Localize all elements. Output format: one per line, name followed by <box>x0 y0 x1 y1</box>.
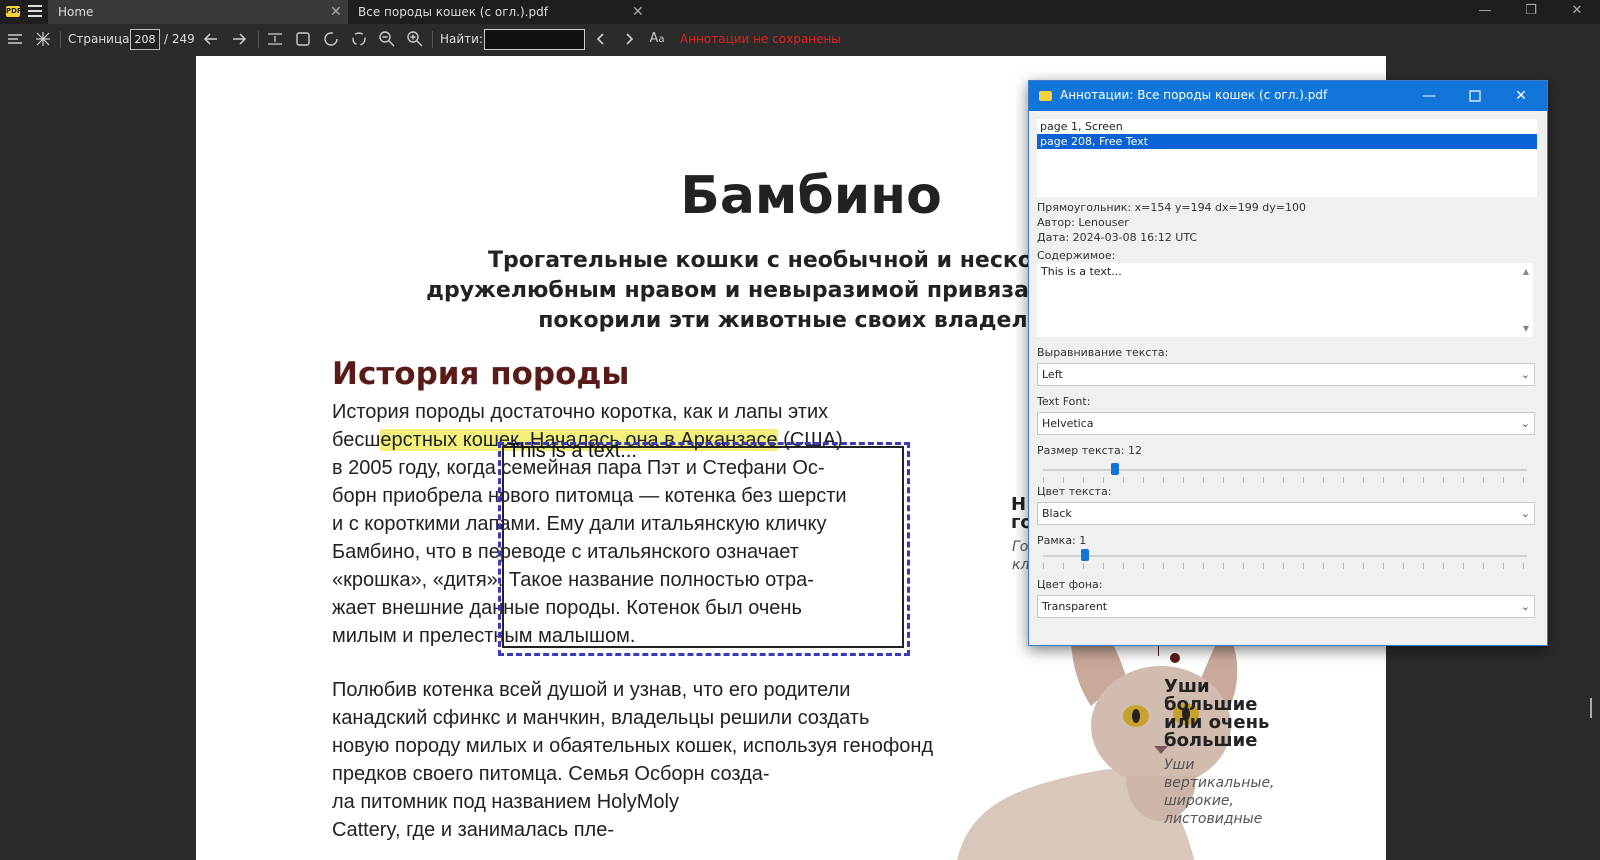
prev-arrow-icon[interactable] <box>202 30 220 48</box>
side-caption-line: Го <box>1012 539 1029 555</box>
toolbar-divider <box>432 31 433 48</box>
paragraph-line: предков своего питомца. Семья Осборн соз… <box>332 763 770 785</box>
content-text: This is a text... <box>1041 265 1122 278</box>
text-size-slider-ticks <box>1043 477 1527 483</box>
content-label: Содержимое: <box>1037 249 1116 262</box>
annotation-list[interactable]: page 1, Screen page 208, Free Text <box>1037 119 1537 197</box>
app-logo-icon: PDF <box>6 6 22 17</box>
bg-color-select[interactable]: Transparent ⌄ <box>1037 595 1535 618</box>
toolbar: Страница: 208 / 249 Найти: Aa Аннотации … <box>0 24 1600 55</box>
text-font-select[interactable]: Helvetica ⌄ <box>1037 412 1535 435</box>
tab-document-label: Все породы кошек (с огл.).pdf <box>358 5 548 19</box>
page-number-input[interactable]: 208 <box>130 29 160 50</box>
find-prev-icon[interactable] <box>592 30 610 48</box>
border-label: Рамка: 1 <box>1037 534 1087 547</box>
free-text-annotation-text[interactable]: This is a text... <box>508 440 637 463</box>
app-logo-icon <box>1039 91 1052 101</box>
font-label: Text Font: <box>1037 395 1091 408</box>
status-unsaved: Аннотации не сохранены <box>680 32 841 46</box>
ears-caption-line: широкие, <box>1164 793 1234 809</box>
dialog-close-button[interactable]: ✕ <box>1505 85 1537 107</box>
annotation-list-item[interactable]: page 1, Screen <box>1037 119 1537 134</box>
tab-home[interactable]: Home ✕ <box>48 0 348 24</box>
chevron-down-icon: ⌄ <box>1520 368 1530 381</box>
toolbar-divider <box>60 31 61 48</box>
find-label: Найти: <box>440 32 484 46</box>
text-size-label: Размер текста: 12 <box>1037 444 1142 457</box>
tab-bar: PDF Home ✕ Все породы кошек (с огл.).pdf… <box>0 0 1600 24</box>
fit-width-icon[interactable] <box>266 30 284 48</box>
callout-dot <box>1170 653 1180 663</box>
scroll-down-icon[interactable]: ▼ <box>1523 324 1529 333</box>
text-size-slider-thumb[interactable] <box>1111 463 1119 475</box>
text-color-select[interactable]: Black ⌄ <box>1037 502 1535 525</box>
dialog-titlebar[interactable]: Аннотации: Все породы кошек (с огл.).pdf… <box>1029 81 1547 111</box>
section-heading: История породы <box>332 356 630 392</box>
text-align-value: Left <box>1042 368 1063 381</box>
align-label: Выравнивание текста: <box>1037 346 1169 359</box>
chevron-down-icon: ⌄ <box>1520 507 1530 520</box>
rotate-left-icon[interactable] <box>322 30 340 48</box>
match-case-icon[interactable]: Aa <box>648 30 666 48</box>
annotation-list-item-selected[interactable]: page 208, Free Text <box>1037 134 1537 149</box>
ears-caption-line: большие <box>1164 730 1258 751</box>
zoom-out-icon[interactable] <box>378 30 396 48</box>
date-info: Дата: 2024-03-08 16:12 UTC <box>1037 231 1198 244</box>
window-close-button[interactable]: ✕ <box>1554 0 1600 24</box>
author-info: Автор: Lenouser <box>1037 216 1129 229</box>
paragraph-line: История породы достаточно коротка, как и… <box>332 401 829 423</box>
paragraph-line: ла питомник под названием HolyMoly <box>332 791 679 813</box>
dialog-maximize-button[interactable] <box>1459 85 1491 107</box>
toolbar-divider <box>258 31 259 48</box>
next-arrow-icon[interactable] <box>230 30 248 48</box>
find-next-icon[interactable] <box>620 30 638 48</box>
content-textarea[interactable]: This is a text... ▲ ▼ <box>1037 263 1533 337</box>
paragraph-line: Полюбив котенка всей душой и узнав, что … <box>332 679 851 701</box>
rotate-right-icon[interactable] <box>350 30 368 48</box>
dialog-title: Аннотации: Все породы кошек (с огл.).pdf <box>1060 88 1328 102</box>
text-color-label: Цвет текста: <box>1037 485 1112 498</box>
border-slider-track[interactable] <box>1043 555 1527 557</box>
ears-caption-title: Уши большие или очень большие <box>1164 678 1269 750</box>
dialog-minimize-button[interactable]: — <box>1413 85 1445 107</box>
text-run: бесш <box>332 429 381 451</box>
ears-caption-line: листовидные <box>1164 811 1263 827</box>
window-minimize-button[interactable]: — <box>1462 0 1508 24</box>
border-slider-ticks <box>1043 563 1527 569</box>
ears-caption-line: вертикальные, <box>1164 775 1275 791</box>
bg-color-value: Transparent <box>1042 600 1108 613</box>
ears-caption-text: Уши вертикальные, широкие, листовидные <box>1164 756 1275 828</box>
text-color-value: Black <box>1042 507 1072 520</box>
tab-document-close-icon[interactable]: ✕ <box>632 0 644 24</box>
zoom-in-icon[interactable] <box>406 30 424 48</box>
window-restore-button[interactable]: ❐ <box>1508 0 1554 24</box>
bg-color-label: Цвет фона: <box>1037 578 1103 591</box>
chevron-down-icon: ⌄ <box>1520 600 1530 613</box>
paragraph-line: Cattery, где и занималась пле- <box>332 819 615 841</box>
paragraph-line: канадский сфинкс и манчкин, владельцы ре… <box>332 707 870 729</box>
page-label: Страница: <box>68 32 134 46</box>
find-input[interactable] <box>484 29 585 50</box>
border-slider-thumb[interactable] <box>1081 549 1089 561</box>
rect-info: Прямоугольник: x=154 y=194 dx=199 dy=100 <box>1037 201 1306 214</box>
page-total: / 249 <box>164 32 195 46</box>
tab-document[interactable]: Все породы кошек (с огл.).pdf ✕ <box>350 0 650 24</box>
text-align-select[interactable]: Left ⌄ <box>1037 363 1535 386</box>
tab-home-close-icon[interactable]: ✕ <box>330 0 342 24</box>
toc-icon[interactable] <box>6 30 24 48</box>
layout-icon[interactable] <box>34 30 52 48</box>
ears-caption-line: Уши <box>1164 757 1195 773</box>
vertical-scrollbar-thumb[interactable] <box>1590 698 1592 718</box>
paragraph-line: новую породу милых и обаятельных кошек, … <box>332 735 934 757</box>
hamburger-menu-icon[interactable] <box>28 5 42 17</box>
tab-home-label: Home <box>58 5 94 19</box>
scroll-up-icon[interactable]: ▲ <box>1523 267 1529 276</box>
free-text-annotation-border <box>502 446 904 648</box>
text-font-value: Helvetica <box>1042 417 1094 430</box>
fit-page-icon[interactable] <box>294 30 312 48</box>
annotations-dialog: Аннотации: Все породы кошек (с огл.).pdf… <box>1028 80 1548 646</box>
chevron-down-icon: ⌄ <box>1520 417 1530 430</box>
